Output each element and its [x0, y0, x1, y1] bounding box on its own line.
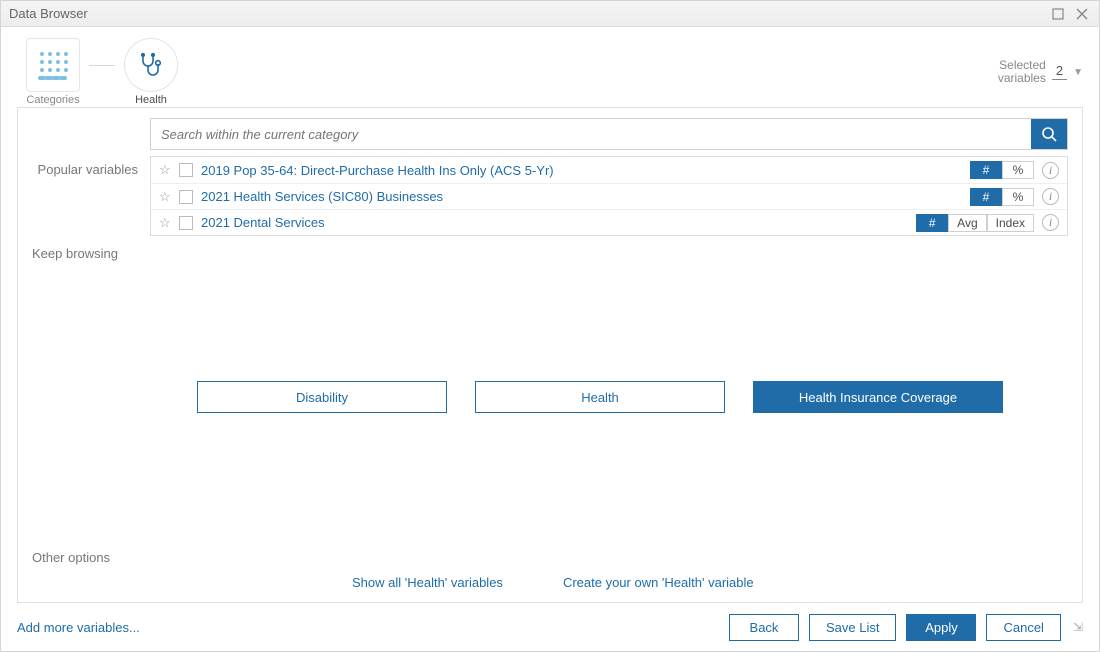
search-icon [1041, 126, 1057, 142]
stethoscope-icon [137, 51, 165, 79]
variable-name[interactable]: 2021 Health Services (SIC80) Businesses [201, 189, 970, 204]
other-options-label: Other options [32, 550, 1068, 565]
chip-percent[interactable]: % [1002, 161, 1034, 179]
apply-button[interactable]: Apply [906, 614, 976, 641]
maximize-icon[interactable] [1049, 5, 1067, 23]
search-button[interactable] [1031, 119, 1067, 149]
variable-row: ☆ 2019 Pop 35-64: Direct-Purchase Health… [151, 157, 1067, 183]
breadcrumb-health-label: Health [135, 94, 167, 106]
resize-handle-icon[interactable]: ⇲ [1073, 620, 1083, 634]
category-health[interactable]: Health [475, 381, 725, 413]
back-button[interactable]: Back [729, 614, 799, 641]
selected-variables[interactable]: Selected variables 2 ▼ [998, 59, 1083, 85]
variable-row: ☆ 2021 Health Services (SIC80) Businesse… [151, 183, 1067, 209]
close-icon[interactable] [1073, 5, 1091, 23]
selected-variables-label2: variables [998, 72, 1046, 85]
popular-label: Popular variables [32, 156, 150, 177]
breadcrumb-health[interactable]: Health [115, 38, 187, 106]
chip-percent[interactable]: % [1002, 188, 1034, 206]
info-icon[interactable]: i [1042, 188, 1059, 205]
info-icon[interactable]: i [1042, 214, 1059, 231]
breadcrumb-categories-label: Categories [26, 94, 79, 106]
info-icon[interactable]: i [1042, 162, 1059, 179]
variable-checkbox[interactable] [179, 216, 193, 230]
favorite-star-icon[interactable]: ☆ [159, 215, 177, 231]
variable-checkbox[interactable] [179, 163, 193, 177]
add-more-variables-link[interactable]: Add more variables... [17, 620, 140, 635]
show-all-link[interactable]: Show all 'Health' variables [352, 575, 503, 590]
chip-index[interactable]: Index [987, 214, 1034, 232]
chip-number[interactable]: # [916, 214, 948, 232]
category-disability[interactable]: Disability [197, 381, 447, 413]
chip-number[interactable]: # [970, 161, 1002, 179]
variable-row: ☆ 2021 Dental Services # Avg Index i [151, 209, 1067, 235]
keep-browsing-label: Keep browsing [32, 246, 1068, 261]
category-health-insurance[interactable]: Health Insurance Coverage [753, 381, 1003, 413]
chip-avg[interactable]: Avg [948, 214, 986, 232]
favorite-star-icon[interactable]: ☆ [159, 189, 177, 205]
window-title: Data Browser [9, 6, 88, 21]
favorite-star-icon[interactable]: ☆ [159, 162, 177, 178]
selected-count-badge: 2 [1052, 64, 1067, 79]
cancel-button[interactable]: Cancel [986, 614, 1060, 641]
grid-icon [36, 48, 70, 82]
chip-number[interactable]: # [970, 188, 1002, 206]
caret-down-icon: ▼ [1073, 67, 1083, 78]
search-input[interactable] [151, 119, 1031, 149]
create-variable-link[interactable]: Create your own 'Health' variable [563, 575, 754, 590]
variable-checkbox[interactable] [179, 190, 193, 204]
breadcrumb-categories[interactable]: Categories [17, 38, 89, 106]
variable-name[interactable]: 2021 Dental Services [201, 215, 916, 230]
variable-name[interactable]: 2019 Pop 35-64: Direct-Purchase Health I… [201, 163, 970, 178]
save-list-button[interactable]: Save List [809, 614, 896, 641]
